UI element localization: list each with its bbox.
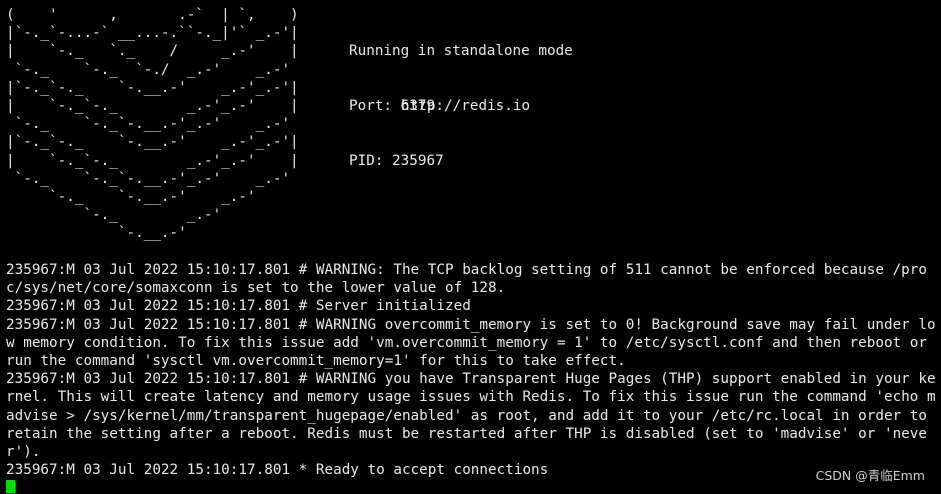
log-line-backlog-warning: 235967:M 03 Jul 2022 15:10:17.801 # WARN… (6, 262, 927, 297)
server-pid-text: PID: 235967 (349, 152, 444, 169)
log-line-server-initialized: 235967:M 03 Jul 2022 15:10:17.801 # Serv… (6, 298, 471, 315)
log-line-overcommit-warning: 235967:M 03 Jul 2022 15:10:17.801 # WARN… (6, 316, 936, 370)
log-line-ready: 235967:M 03 Jul 2022 15:10:17.801 * Read… (6, 462, 549, 479)
log-output: 235967:M 03 Jul 2022 15:10:17.801 # WARN… (6, 261, 936, 479)
terminal-cursor (6, 480, 15, 493)
redis-ascii-logo: ( ' , .-` | `, ) |`-._`-...-` __...-.``-… (6, 7, 299, 242)
csdn-watermark: CSDN @青临Emm (815, 468, 925, 483)
terminal-window[interactable]: ( ' , .-` | `, ) |`-._`-...-` __...-.``-… (0, 0, 941, 494)
redis-url-text: http://redis.io (401, 98, 531, 114)
server-mode-text: Running in standalone mode (349, 43, 573, 60)
log-line-thp-warning: 235967:M 03 Jul 2022 15:10:17.801 # WARN… (6, 371, 936, 461)
